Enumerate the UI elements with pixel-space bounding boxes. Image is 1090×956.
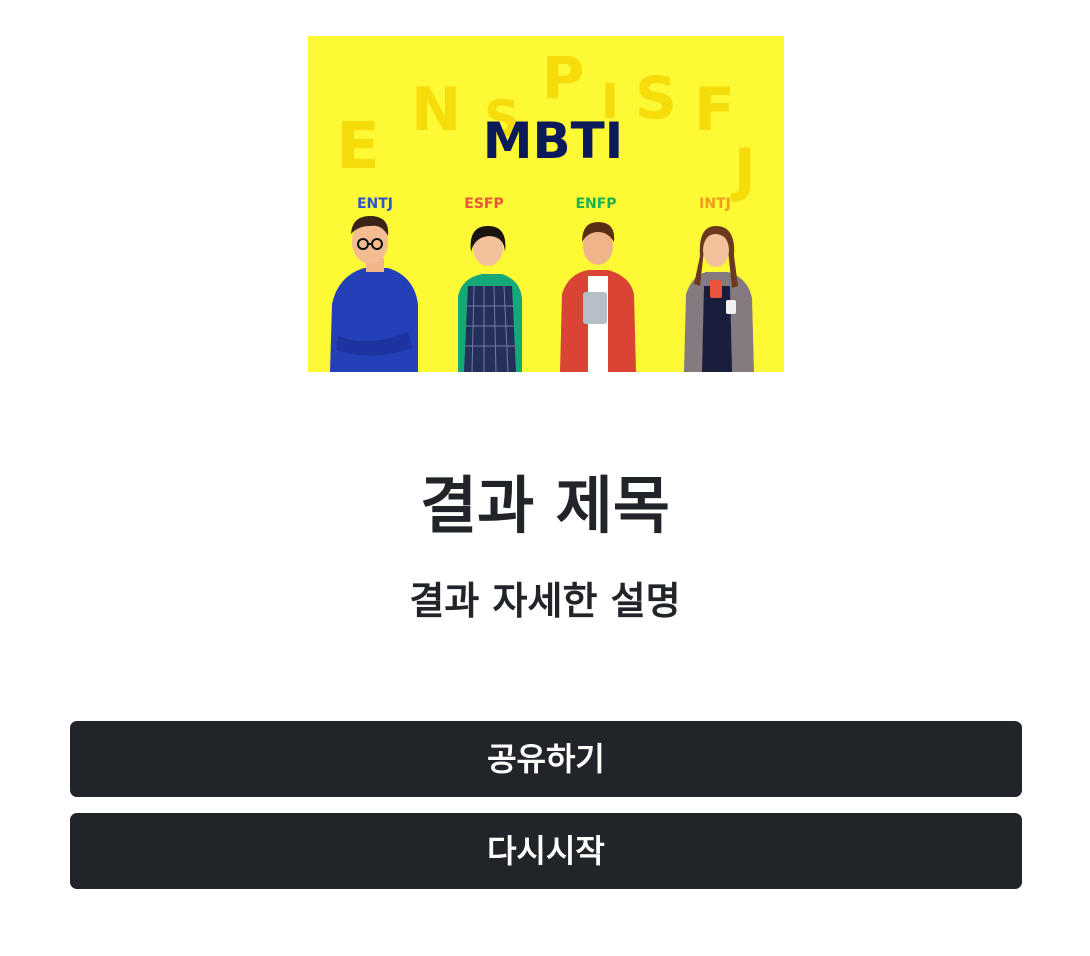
restart-button[interactable]: 다시시작 — [70, 813, 1022, 889]
mbti-hero-image: E N S P I S F J MBTI ENTJ ESFP ENFP INTJ — [308, 36, 784, 372]
result-title: 결과 제목 — [420, 469, 670, 542]
mbti-logo-text: MBTI — [483, 112, 624, 170]
result-page: E N S P I S F J MBTI ENTJ ESFP ENFP INTJ — [0, 0, 1090, 956]
bg-letter-s2: S — [635, 64, 677, 132]
type-label-intj: INTJ — [699, 196, 731, 212]
bg-letter-f: F — [694, 75, 735, 145]
type-label-enfp: ENFP — [575, 196, 616, 212]
share-button[interactable]: 공유하기 — [70, 721, 1022, 797]
bg-letter-e: E — [336, 110, 380, 184]
type-label-esfp: ESFP — [464, 196, 503, 212]
result-description: 결과 자세한 설명 — [409, 579, 681, 623]
type-label-entj: ENTJ — [357, 196, 393, 212]
bg-letter-n: N — [411, 75, 461, 145]
bg-letter-p: P — [542, 44, 585, 112]
bg-letter-j: J — [730, 136, 756, 204]
mbti-illustration: E N S P I S F J MBTI ENTJ ESFP ENFP INTJ — [308, 36, 784, 372]
